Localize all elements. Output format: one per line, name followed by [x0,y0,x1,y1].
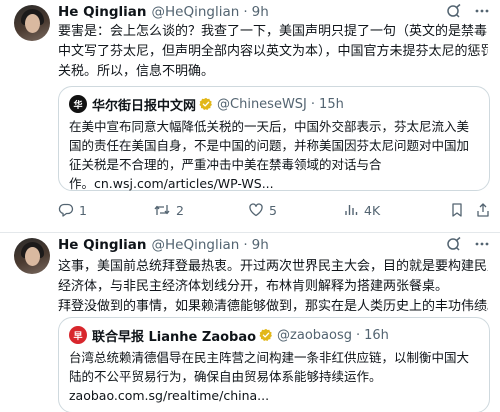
more-icon[interactable] [474,236,490,252]
quoted-text-line: 台湾总统赖清德倡导在民主阵营之间构建一条非红供应链，以制衡中国大 [69,350,470,365]
bookmark-button[interactable] [450,202,464,218]
tweet-time[interactable]: 9h [252,237,269,253]
verified-badge-icon [259,328,273,342]
avatar[interactable] [14,238,50,274]
reply-count: 1 [79,202,87,218]
author-handle[interactable]: @HeQinglian [152,4,240,20]
quoted-author-handle[interactable]: @ChineseWSJ [217,97,307,112]
tweet-header: He Qinglian @HeQinglian · 9h [58,3,269,21]
quoted-author-name[interactable]: 华尔街日报中文网 [92,95,196,114]
views-icon [343,202,359,218]
quoted-tweet-text: 在美中宣布同意大幅降低关税的一天后，中国外交部表示，芬太尼流入美 国的责任在美国… [69,117,479,193]
tweet-text-line: 中文写了芬太尼，但声明全部内容以英文为本），中国官方未提芬太尼的惩罚性 [58,44,488,59]
tweet[interactable]: He Qinglian @HeQinglian · 9h 要害是：会上怎么谈的？… [0,0,500,232]
quoted-tweet-text: 台湾总统赖清德倡导在民主阵营之间构建一条非红供应链，以制衡中国大 陆的不公平贸易… [69,348,479,405]
views-button[interactable]: 4K [343,202,380,218]
tweet-text-line: 这事，美国前总统拜登最热衷。开过两次世界民主大会，目的就是要构建民主 [58,259,488,274]
tweet-text-line: 拜登没做到的事情，如果赖清德能够做到，那实在是人类历史上的丰功伟绩。 [58,299,488,314]
tweet-text-line: 要害是：会上怎么谈的？我查了一下，美国声明只提了一句（英文的是禁毒， [58,24,488,39]
tweet-text: 要害是：会上怎么谈的？我查了一下，美国声明只提了一句（英文的是禁毒， 中文写了芬… [58,22,488,82]
author-handle[interactable]: @HeQinglian [152,237,240,253]
like-icon [248,202,264,218]
verified-badge-icon [199,97,213,111]
quoted-text-line: 陆的不公平贸易行为，确保自由贸易体系能够持续运作。 [69,369,382,384]
quoted-tweet-header: 华 华尔街日报中文网 @ChineseWSJ · 15h [69,95,344,114]
separator-dot: · [243,4,248,20]
tweet-header-icons [446,236,490,252]
like-count: 5 [269,202,277,218]
separator-dot: · [243,237,248,253]
tweet-text: 这事，美国前总统拜登最热衷。开过两次世界民主大会，目的就是要构建民主 经济体，与… [58,257,488,317]
quoted-author-handle[interactable]: @zaobaosg [277,328,352,343]
retweet-count: 2 [176,202,184,218]
wsj-logo-icon: 华 [69,95,87,113]
view-count: 4K [364,202,381,218]
share-button[interactable] [476,202,490,218]
retweet-button[interactable]: 2 [153,202,184,218]
tweet-header-icons [446,3,490,19]
quoted-author-name[interactable]: 联合早报 Lianhe Zaobao [92,326,256,345]
quoted-text-line: 作。cn.wsj.com/articles/WP-WS... [69,176,274,191]
tweet-time[interactable]: 9h [252,4,269,20]
separator-dot: · [355,327,361,343]
author-name[interactable]: He Qinglian [58,237,147,253]
quoted-tweet-header: 早 联合早报 Lianhe Zaobao @zaobaosg · 16h [69,326,389,345]
share-icon [476,202,490,218]
reply-icon [58,202,74,218]
grok-icon[interactable] [446,236,462,252]
tweet-actions: 1 2 5 4K [58,199,490,221]
more-icon[interactable] [474,3,490,19]
reply-button[interactable]: 1 [58,202,87,218]
avatar-face [25,14,40,33]
separator-dot: · [310,96,316,112]
quoted-time[interactable]: 16h [364,328,389,343]
grok-icon[interactable] [446,3,462,19]
quoted-tweet[interactable]: 早 联合早报 Lianhe Zaobao @zaobaosg · 16h 台湾总… [58,317,490,412]
retweet-icon [153,202,171,218]
tweet-text-line: 经济体，与非民主经济体划线分开，布林肯则解释为搭建两张餐桌。 [58,279,449,294]
tweet[interactable]: He Qinglian @HeQinglian · 9h 这事，美国前总统拜登最… [0,233,500,412]
avatar[interactable] [14,5,50,41]
quoted-time[interactable]: 15h [319,97,344,112]
quoted-text-line: 在美中宣布同意大幅降低关税的一天后，中国外交部表示，芬太尼流入美 [69,119,470,134]
avatar-face [25,247,40,266]
bookmark-icon [450,202,464,218]
author-name[interactable]: He Qinglian [58,4,147,20]
quoted-text-line: 征关税是不合理的，严重冲击中美在禁毒领域的对话与合 [69,157,382,172]
quoted-text-line: 国的责任在美国自身，不是中国的问题，并称美国因芬太尼问题对中国加 [69,138,470,153]
quoted-text-line: zaobao.com.sg/realtime/china... [69,388,270,403]
tweet-text-line: 关税。所以，信息不明确。 [58,64,215,79]
quoted-tweet[interactable]: 华 华尔街日报中文网 @ChineseWSJ · 15h 在美中宣布同意大幅降低… [58,86,490,191]
tweet-header: He Qinglian @HeQinglian · 9h [58,236,269,254]
zaobao-logo-icon: 早 [69,326,87,344]
like-button[interactable]: 5 [248,202,277,218]
